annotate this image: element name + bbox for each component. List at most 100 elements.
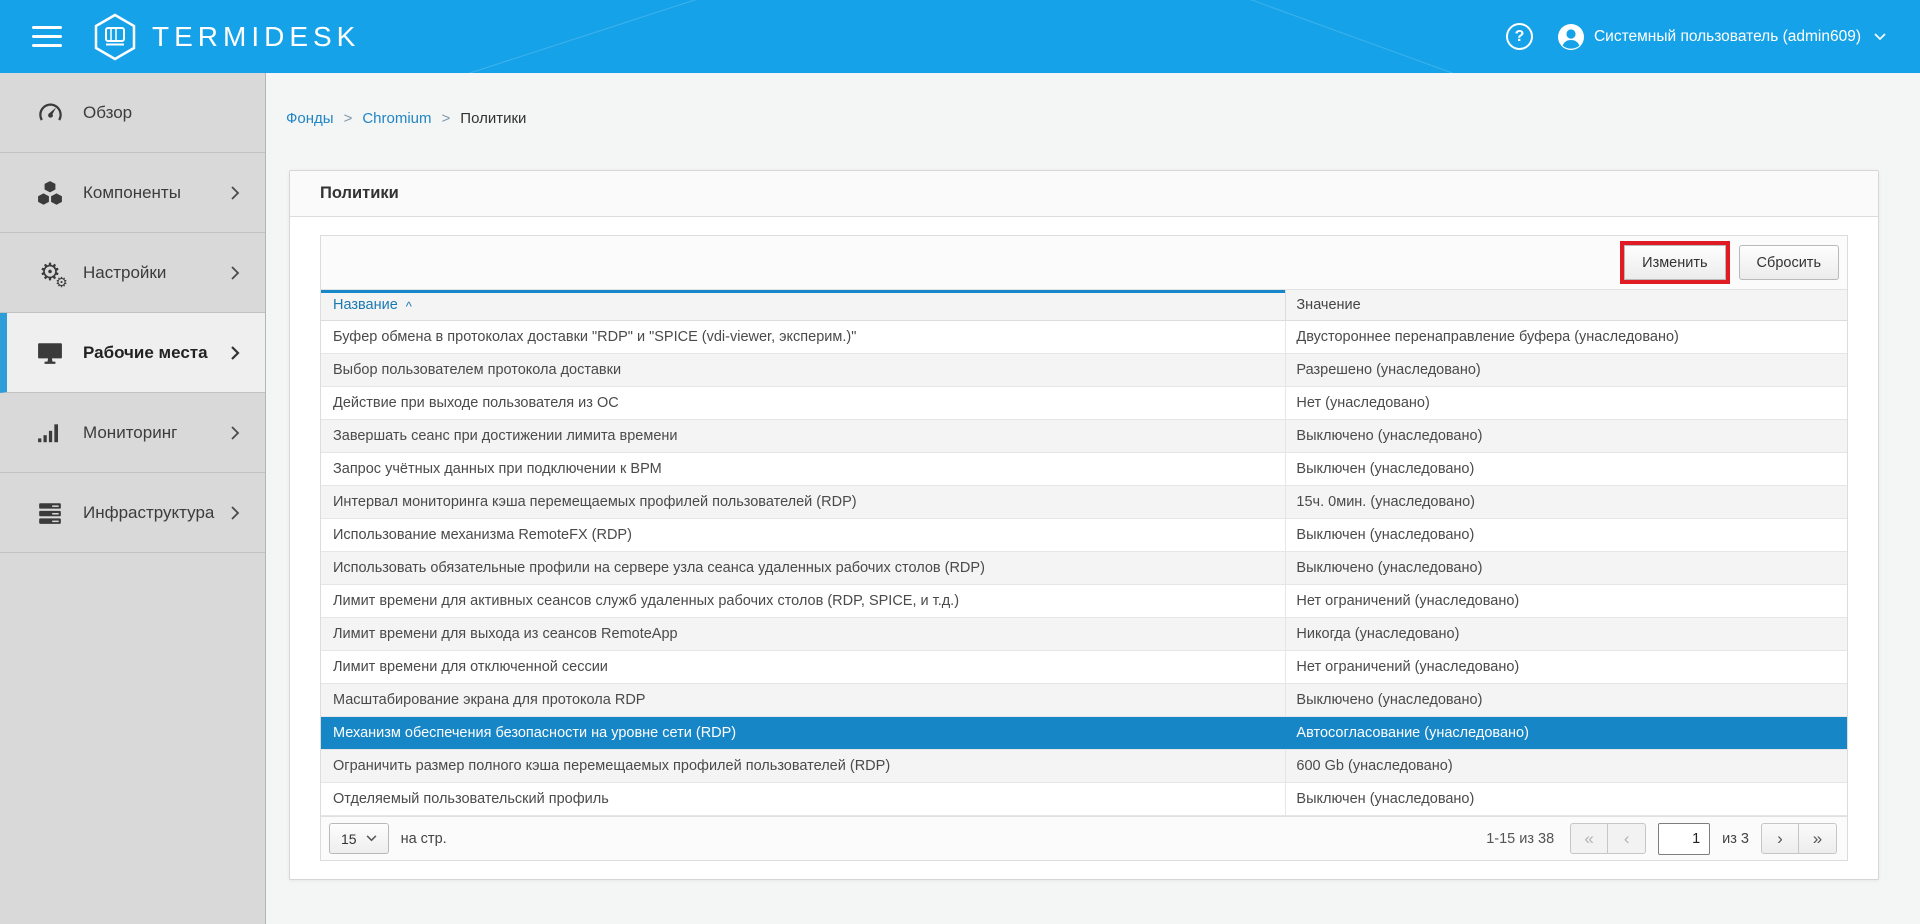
column-header-name[interactable]: Название ^ <box>321 290 1285 320</box>
policy-name-cell: Лимит времени для выхода из сеансов Remo… <box>321 618 1285 650</box>
prev-page-button[interactable]: ‹ <box>1608 823 1646 854</box>
policy-name-cell: Буфер обмена в протоколах доставки "RDP"… <box>321 321 1285 353</box>
table-row[interactable]: Действие при выходе пользователя из ОС Н… <box>321 387 1847 420</box>
policy-value-cell: Выключен (унаследовано) <box>1285 783 1847 815</box>
policy-name-cell: Использование механизма RemoteFX (RDP) <box>321 519 1285 551</box>
pagination-bar: 15 на стр. 1-15 из 38 « ‹ из 3 › <box>321 816 1847 860</box>
table-row[interactable]: Масштабирование экрана для протокола RDP… <box>321 684 1847 717</box>
policies-panel: Изменить Сбросить Название ^ Значение Бу… <box>320 235 1848 861</box>
range-label: 1-15 из 38 <box>1486 831 1554 847</box>
edit-button[interactable]: Изменить <box>1624 245 1725 280</box>
policy-value-cell: Автосогласование (унаследовано) <box>1285 717 1847 749</box>
table-row[interactable]: Лимит времени для активных сеансов служб… <box>321 585 1847 618</box>
breadcrumb: Фонды > Chromium > Политики <box>286 110 526 127</box>
bar-chart-icon <box>34 420 66 446</box>
user-label: Системный пользователь (admin609) <box>1594 28 1861 46</box>
chevron-right-icon <box>227 185 243 201</box>
table-row[interactable]: Буфер обмена в протоколах доставки "RDP"… <box>321 321 1847 354</box>
page-number-input[interactable] <box>1658 823 1710 855</box>
chevron-down-icon <box>1874 33 1886 41</box>
sidebar-item-label: Компоненты <box>83 183 227 203</box>
first-page-button[interactable]: « <box>1570 823 1608 854</box>
table-row[interactable]: Ограничить размер полного кэша перемещае… <box>321 750 1847 783</box>
sidebar-item-components[interactable]: Компоненты <box>0 153 265 233</box>
cubes-icon <box>34 180 66 206</box>
brand: TERMIDESK <box>92 13 360 61</box>
policy-name-cell: Лимит времени для активных сеансов служб… <box>321 585 1285 617</box>
sidebar-item-label: Инфраструктура <box>83 503 227 523</box>
per-page-label: на стр. <box>401 831 447 847</box>
policy-name-cell: Использовать обязательные профили на сер… <box>321 552 1285 584</box>
policy-value-cell: Выключено (унаследовано) <box>1285 552 1847 584</box>
column-header-value[interactable]: Значение <box>1285 290 1847 320</box>
user-menu[interactable]: Системный пользователь (admin609) <box>1557 23 1886 51</box>
user-avatar-icon <box>1557 23 1585 51</box>
policy-name-cell: Ограничить размер полного кэша перемещае… <box>321 750 1285 782</box>
sidebar-item-label: Рабочие места <box>83 343 227 363</box>
table-row[interactable]: Лимит времени для отключенной сессии Нет… <box>321 651 1847 684</box>
menu-toggle-button[interactable] <box>32 20 62 53</box>
chevron-right-icon <box>227 345 243 361</box>
help-button[interactable]: ? <box>1506 23 1533 50</box>
chevron-right-icon <box>227 505 243 521</box>
policy-name-cell: Интервал мониторинга кэша перемещаемых п… <box>321 486 1285 518</box>
highlight-annotation: Изменить <box>1620 241 1729 284</box>
policy-name-cell: Механизм обеспечения безопасности на уро… <box>321 717 1285 749</box>
sidebar-item-settings[interactable]: ⚙⚙ Настройки <box>0 233 265 313</box>
breadcrumb-separator: > <box>442 110 451 127</box>
policy-value-cell: Выключено (унаследовано) <box>1285 684 1847 716</box>
breadcrumb-separator: > <box>344 110 353 127</box>
policy-name-cell: Завершать сеанс при достижении лимита вр… <box>321 420 1285 452</box>
total-pages-label: из 3 <box>1722 831 1749 847</box>
breadcrumb-current: Политики <box>460 110 526 127</box>
breadcrumb-link-chromium[interactable]: Chromium <box>362 110 431 127</box>
page-size-select[interactable]: 15 <box>329 823 389 854</box>
chevron-down-icon <box>366 835 377 842</box>
table-row[interactable]: Выбор пользователем протокола доставки Р… <box>321 354 1847 387</box>
monitor-icon <box>34 340 66 366</box>
table-row[interactable]: Лимит времени для выхода из сеансов Remo… <box>321 618 1847 651</box>
table-row[interactable]: Механизм обеспечения безопасности на уро… <box>321 717 1847 750</box>
table-row[interactable]: Запрос учётных данных при подключении к … <box>321 453 1847 486</box>
servers-icon <box>34 500 66 526</box>
sidebar-item-infrastructure[interactable]: Инфраструктура <box>0 473 265 553</box>
policy-name-cell: Отделяемый пользовательский профиль <box>321 783 1285 815</box>
policy-value-cell: Никогда (унаследовано) <box>1285 618 1847 650</box>
sidebar-item-label: Настройки <box>83 263 227 283</box>
table-row[interactable]: Использование механизма RemoteFX (RDP) В… <box>321 519 1847 552</box>
table-row[interactable]: Отделяемый пользовательский профиль Выкл… <box>321 783 1847 816</box>
policy-name-cell: Действие при выходе пользователя из ОС <box>321 387 1285 419</box>
policy-name-cell: Запрос учётных данных при подключении к … <box>321 453 1285 485</box>
policy-name-cell: Выбор пользователем протокола доставки <box>321 354 1285 386</box>
topbar: TERMIDESK ? Системный пользователь (admi… <box>0 0 1920 73</box>
policies-toolbar: Изменить Сбросить <box>321 236 1847 289</box>
sidebar-item-label: Обзор <box>83 103 243 123</box>
brand-title: TERMIDESK <box>152 21 360 53</box>
policy-value-cell: Выключен (унаследовано) <box>1285 453 1847 485</box>
card-title: Политики <box>290 171 1878 217</box>
gears-icon: ⚙⚙ <box>34 261 66 285</box>
table-row[interactable]: Завершать сеанс при достижении лимита вр… <box>321 420 1847 453</box>
chevron-right-icon <box>227 425 243 441</box>
policy-value-cell: Выключен (унаследовано) <box>1285 519 1847 551</box>
policy-table-body: Буфер обмена в протоколах доставки "RDP"… <box>321 321 1847 816</box>
last-page-button[interactable]: » <box>1799 823 1837 854</box>
termidesk-logo-icon <box>92 13 138 61</box>
sort-ascending-icon: ^ <box>406 299 412 314</box>
sidebar: Обзор Компоненты ⚙⚙ Настройки Рабочие ме… <box>0 73 266 924</box>
reset-button[interactable]: Сбросить <box>1739 245 1839 280</box>
chevron-right-icon <box>227 265 243 281</box>
table-row[interactable]: Использовать обязательные профили на сер… <box>321 552 1847 585</box>
table-header-row: Название ^ Значение <box>321 289 1847 321</box>
policy-value-cell: Разрешено (унаследовано) <box>1285 354 1847 386</box>
next-page-button[interactable]: › <box>1761 823 1799 854</box>
breadcrumb-link-pools[interactable]: Фонды <box>286 110 334 127</box>
policies-card: Политики Изменить Сбросить Название ^ Зн… <box>289 170 1879 880</box>
policy-name-cell: Масштабирование экрана для протокола RDP <box>321 684 1285 716</box>
sidebar-item-workplaces[interactable]: Рабочие места <box>0 313 265 393</box>
sidebar-item-overview[interactable]: Обзор <box>0 73 265 153</box>
policy-name-cell: Лимит времени для отключенной сессии <box>321 651 1285 683</box>
policy-value-cell: Выключено (унаследовано) <box>1285 420 1847 452</box>
table-row[interactable]: Интервал мониторинга кэша перемещаемых п… <box>321 486 1847 519</box>
sidebar-item-monitoring[interactable]: Мониторинг <box>0 393 265 473</box>
